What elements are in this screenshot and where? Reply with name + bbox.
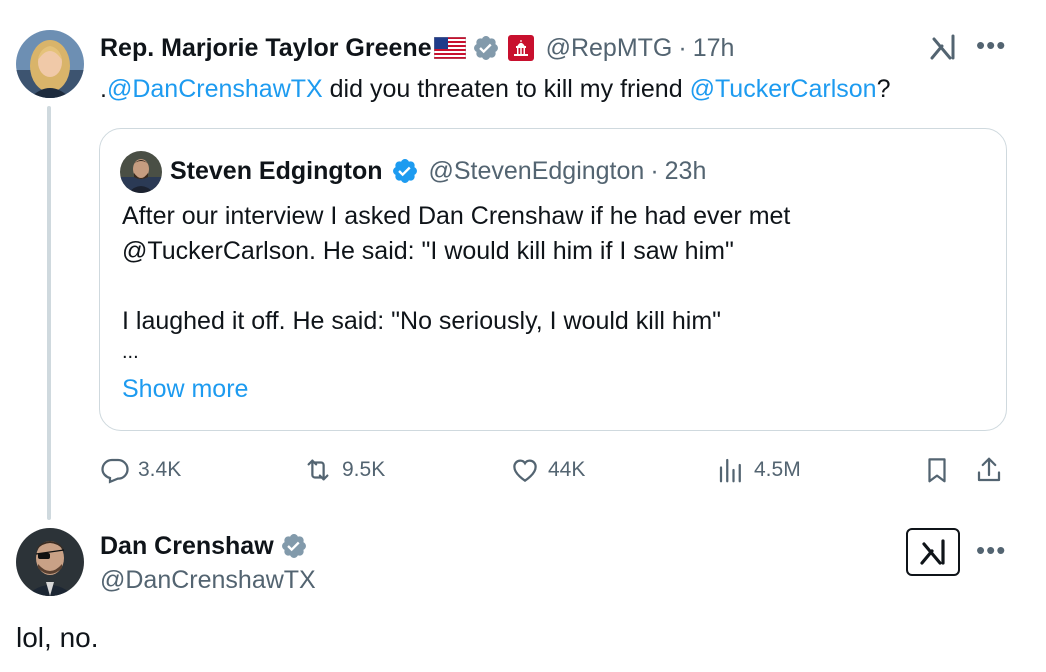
capitol-affiliation-icon[interactable] bbox=[507, 35, 534, 61]
quoted-author-handle[interactable]: @StevenEdgington bbox=[429, 157, 645, 186]
views-button[interactable]: 4.5M bbox=[716, 452, 801, 488]
quoted-text-line-1: After our interview I asked Dan Crenshaw… bbox=[122, 202, 791, 230]
bookmark-icon bbox=[922, 455, 960, 485]
avatar-mtg[interactable] bbox=[16, 30, 84, 98]
repost-button[interactable]: 9.5K bbox=[302, 452, 385, 488]
tweet-action-bar: 3.4K 9.5K 44K 4.5M bbox=[100, 452, 1010, 488]
reply-count: 3.4K bbox=[138, 458, 182, 481]
quoted-text-line-2: @TuckerCarlson. He said: "I would kill h… bbox=[122, 237, 734, 265]
reply-tweet-header: Dan Crenshaw bbox=[100, 528, 308, 564]
quoted-author-name[interactable]: Steven Edgington bbox=[170, 157, 383, 186]
like-button[interactable]: 44K bbox=[510, 452, 585, 488]
reply-icon bbox=[100, 455, 138, 485]
reply-author-name[interactable]: Dan Crenshaw bbox=[100, 532, 274, 561]
reply-button[interactable]: 3.4K bbox=[100, 452, 181, 488]
verified-blue-icon[interactable] bbox=[391, 157, 419, 185]
share-button[interactable] bbox=[974, 452, 1012, 488]
views-count: 4.5M bbox=[754, 458, 801, 481]
more-icon[interactable]: ••• bbox=[976, 537, 1006, 563]
author-handle[interactable]: @RepMTG bbox=[546, 34, 673, 63]
main-tweet-header: Rep. Marjorie Taylor Greene @RepMTG · 17… bbox=[100, 30, 734, 66]
verified-gray-icon[interactable] bbox=[472, 34, 500, 62]
separator-dot: · bbox=[678, 33, 687, 62]
bookmark-button[interactable] bbox=[922, 452, 960, 488]
verified-gray-icon[interactable] bbox=[280, 532, 308, 560]
grok-icon[interactable] bbox=[906, 528, 960, 576]
reply-author-handle[interactable]: @DanCrenshawTX bbox=[100, 566, 316, 595]
separator-dot: · bbox=[650, 156, 659, 185]
repost-icon bbox=[302, 455, 342, 485]
mention-tuckercarlson[interactable]: @TuckerCarlson bbox=[690, 75, 877, 103]
analytics-icon bbox=[716, 455, 754, 485]
like-count: 44K bbox=[548, 458, 586, 481]
main-tweet-text: .@DanCrenshawTX did you threaten to kill… bbox=[100, 72, 890, 107]
quoted-text-line-3: I laughed it off. He said: "No seriously… bbox=[122, 307, 722, 335]
reply-tweet-text: lol, no. bbox=[16, 622, 99, 653]
text-prefix: . bbox=[100, 75, 107, 103]
text-suffix: ? bbox=[876, 75, 891, 103]
more-icon[interactable]: ••• bbox=[976, 32, 1006, 58]
quoted-text-ellipsis: ... bbox=[122, 341, 139, 363]
thread-connector-line bbox=[47, 106, 51, 520]
heart-icon bbox=[510, 455, 548, 485]
text-middle: did you threaten to kill my friend bbox=[322, 75, 690, 103]
grok-icon[interactable] bbox=[926, 30, 960, 64]
quoted-tweet-card[interactable]: Steven Edgington @StevenEdgington · 23h … bbox=[99, 128, 1007, 431]
show-more-link[interactable]: Show more bbox=[122, 375, 248, 404]
avatar-dan-crenshaw[interactable] bbox=[16, 528, 84, 596]
author-name[interactable]: Rep. Marjorie Taylor Greene bbox=[100, 34, 432, 63]
mention-dancrenshawtx[interactable]: @DanCrenshawTX bbox=[107, 75, 323, 103]
us-flag-icon bbox=[433, 37, 466, 59]
share-icon bbox=[974, 455, 1012, 485]
repost-count: 9.5K bbox=[342, 458, 386, 481]
avatar-steven-edgington[interactable] bbox=[120, 151, 162, 193]
quoted-tweet-header: Steven Edgington @StevenEdgington · 23h bbox=[170, 153, 706, 189]
quoted-tweet-timestamp: 23h bbox=[664, 156, 707, 185]
tweet-timestamp[interactable]: 17h bbox=[693, 34, 735, 63]
